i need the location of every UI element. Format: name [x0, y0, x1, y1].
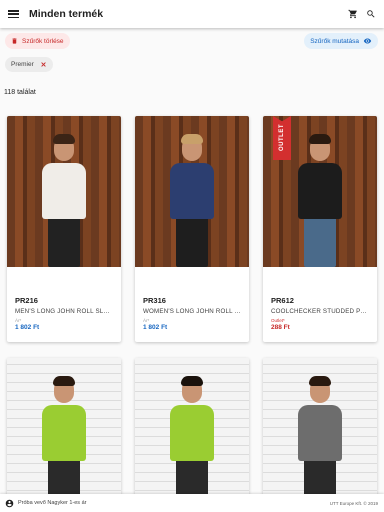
product-code: PR612 — [271, 296, 294, 305]
model-figure — [38, 369, 90, 509]
product-image[interactable] — [7, 116, 121, 267]
search-button[interactable] — [362, 0, 380, 28]
user-label: Próba vevő Nagyker 1-es ár — [18, 500, 87, 506]
show-filters-button[interactable]: Szűrők mutatása — [304, 33, 378, 49]
clear-filters-button[interactable]: Szűrők törlése — [5, 33, 70, 49]
price-tag: Ár* — [143, 318, 150, 323]
model-figure — [294, 369, 346, 509]
cart-button[interactable] — [344, 0, 362, 28]
product-card[interactable] — [7, 358, 121, 509]
product-image[interactable] — [135, 116, 249, 267]
product-name: MEN'S LONG JOHN ROLL SLEEVE T-SHIRT — [15, 308, 113, 315]
model-figure — [38, 127, 90, 267]
clear-filters-label: Szűrők törlése — [22, 37, 64, 45]
product-name: WOMEN'S LONG JOHN ROLL SLEEVE T-SHIRT — [143, 308, 241, 315]
product-image[interactable] — [135, 358, 249, 509]
product-image[interactable]: OUTLET — [263, 116, 377, 267]
outlet-ribbon: OUTLET — [273, 116, 291, 160]
product-price: 288 Ft — [271, 324, 290, 331]
show-filters-label: Szűrők mutatása — [310, 37, 359, 45]
product-card[interactable]: PR316 WOMEN'S LONG JOHN ROLL SLEEVE T-SHI… — [135, 116, 249, 342]
model-figure — [166, 369, 218, 509]
price-tag: Outlet* — [271, 318, 285, 323]
footer-bar: Próba vevő Nagyker 1-es ár UTT Europe Kf… — [0, 494, 384, 512]
remove-filter-icon[interactable] — [40, 61, 47, 68]
product-info: PR612 COOLCHECKER STUDDED POLO SHIRT Outle… — [263, 267, 377, 342]
filter-bar: Szűrők törlése Szűrők mutatása — [0, 31, 384, 51]
user-account[interactable]: Próba vevő Nagyker 1-es ár — [5, 499, 330, 508]
product-card[interactable]: OUTLET PR612 COOLCHECKER STUDDED POLO SHIR… — [263, 116, 377, 342]
account-icon — [5, 499, 14, 507]
model-figure — [294, 127, 346, 267]
eye-icon — [363, 38, 372, 44]
app-bar: Minden termék — [0, 0, 384, 28]
product-price: 1 802 Ft — [143, 324, 168, 331]
product-name: COOLCHECKER STUDDED POLO SHIRT — [271, 308, 369, 315]
menu-icon — [7, 10, 19, 18]
product-price: 1 802 Ft — [15, 324, 40, 331]
product-card[interactable] — [135, 358, 249, 509]
product-code: PR216 — [15, 296, 38, 305]
cart-icon — [348, 9, 357, 19]
result-count: 118 találat — [4, 89, 36, 96]
menu-button[interactable] — [0, 0, 26, 28]
page-title: Minden termék — [29, 8, 104, 20]
product-info: PR216 MEN'S LONG JOHN ROLL SLEEVE T-SHIRT… — [7, 267, 121, 342]
active-filter-chip: Premier — [5, 57, 53, 72]
price-tag: Ár* — [15, 318, 22, 323]
product-info: PR316 WOMEN'S LONG JOHN ROLL SLEEVE T-SHI… — [135, 267, 249, 342]
trash-icon — [12, 38, 17, 44]
copyright-text: UTT Europe Kft. © 2019 — [329, 500, 378, 506]
active-filter-label: Premier — [11, 61, 34, 68]
product-code: PR316 — [143, 296, 166, 305]
product-image[interactable] — [7, 358, 121, 509]
product-card[interactable] — [263, 358, 377, 509]
product-image[interactable] — [263, 358, 377, 509]
product-card[interactable]: PR216 MEN'S LONG JOHN ROLL SLEEVE T-SHIRT… — [7, 116, 121, 342]
model-figure — [166, 127, 218, 267]
search-icon — [367, 10, 375, 18]
